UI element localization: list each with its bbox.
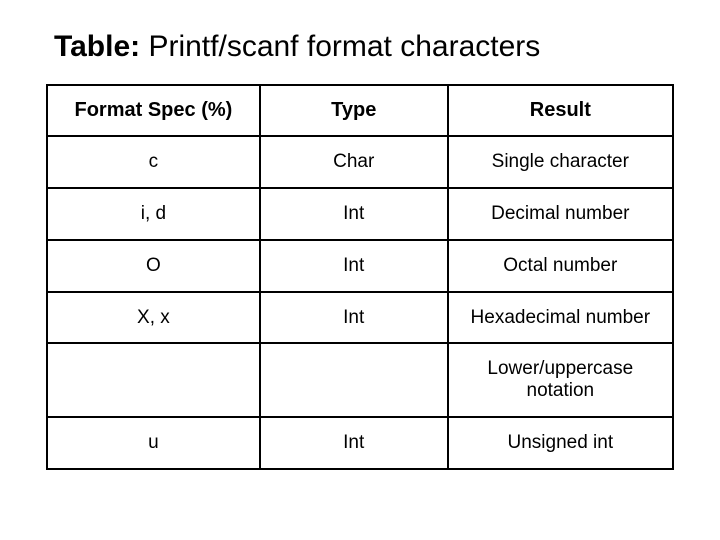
cell-result: Hexadecimal number xyxy=(448,292,673,344)
cell-type: Int xyxy=(260,417,448,469)
title-lead: Table: xyxy=(54,30,140,63)
cell-result: Octal number xyxy=(448,240,673,292)
title-rest: Printf/scanf format characters xyxy=(140,30,540,63)
table-row: u Int Unsigned int xyxy=(47,417,673,469)
format-table: Format Spec (%) Type Result c Char Singl… xyxy=(46,84,674,470)
cell-type xyxy=(260,343,448,417)
header-type: Type xyxy=(260,85,448,136)
cell-result: Single character xyxy=(448,136,673,188)
cell-type: Int xyxy=(260,240,448,292)
table-row: i, d Int Decimal number xyxy=(47,188,673,240)
table-header-row: Format Spec (%) Type Result xyxy=(47,85,673,136)
cell-type: Int xyxy=(260,292,448,344)
table-row: O Int Octal number xyxy=(47,240,673,292)
table-row: X, x Int Hexadecimal number xyxy=(47,292,673,344)
cell-result: Decimal number xyxy=(448,188,673,240)
header-result: Result xyxy=(448,85,673,136)
cell-spec: X, x xyxy=(47,292,260,344)
cell-spec: O xyxy=(47,240,260,292)
cell-spec: c xyxy=(47,136,260,188)
cell-type: Int xyxy=(260,188,448,240)
slide-title: Table: Printf/scanf format characters xyxy=(54,30,674,64)
cell-spec xyxy=(47,343,260,417)
table-row: c Char Single character xyxy=(47,136,673,188)
slide: Table: Printf/scanf format characters Fo… xyxy=(0,0,720,540)
table-row-note: Lower/uppercase notation xyxy=(47,343,673,417)
cell-result: Unsigned int xyxy=(448,417,673,469)
cell-spec: i, d xyxy=(47,188,260,240)
cell-result: Lower/uppercase notation xyxy=(448,343,673,417)
header-format-spec: Format Spec (%) xyxy=(47,85,260,136)
cell-spec: u xyxy=(47,417,260,469)
cell-type: Char xyxy=(260,136,448,188)
